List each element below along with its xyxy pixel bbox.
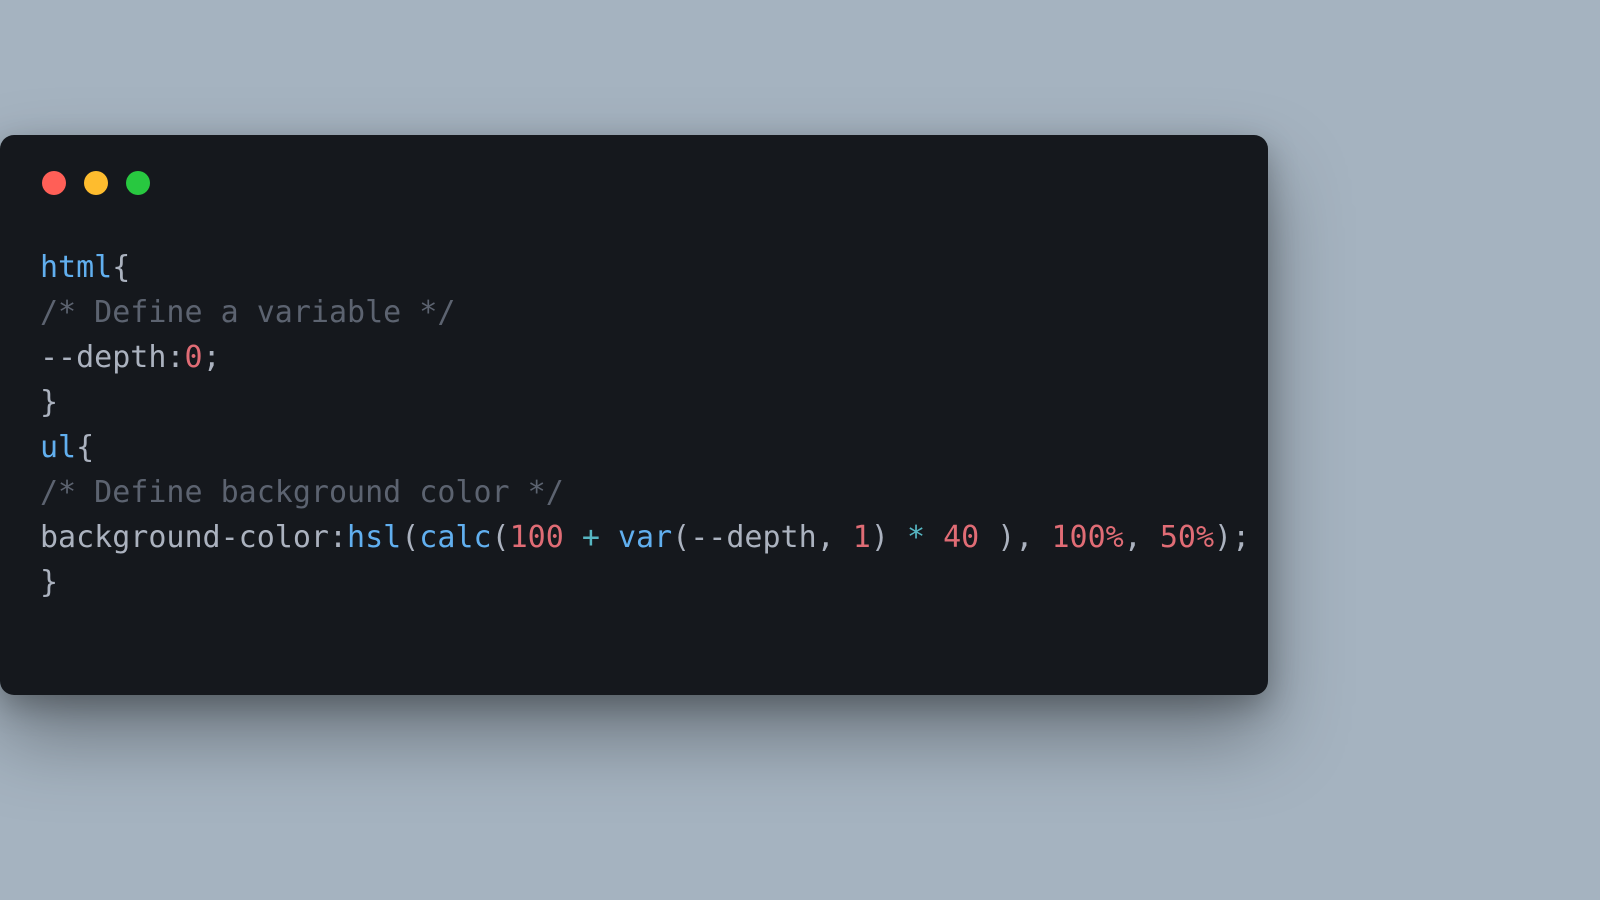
paren-close: ) — [997, 520, 1015, 555]
code-editor-window: html{ /* Define a variable */ --depth:0;… — [0, 135, 1268, 695]
number: 40 — [943, 520, 979, 555]
zoom-icon[interactable] — [126, 171, 150, 195]
window-traffic-lights — [42, 171, 1228, 195]
paren-open: ( — [492, 520, 510, 555]
number: 50% — [1160, 520, 1214, 555]
selector-html: html — [40, 250, 112, 285]
comment: /* Define background color */ — [40, 475, 564, 510]
comma: , — [817, 520, 853, 555]
css-custom-prop: --depth — [40, 340, 166, 375]
comma: , — [1015, 520, 1051, 555]
minimize-icon[interactable] — [84, 171, 108, 195]
fn-calc: calc — [419, 520, 491, 555]
comment: /* Define a variable */ — [40, 295, 455, 330]
number: 100 — [510, 520, 564, 555]
fn-var: var — [618, 520, 672, 555]
close-icon[interactable] — [42, 171, 66, 195]
semicolon: ; — [1232, 520, 1250, 555]
comma: , — [1124, 520, 1160, 555]
colon: : — [166, 340, 184, 375]
number: 0 — [185, 340, 203, 375]
operator-plus: + — [564, 520, 618, 555]
css-property: background-color — [40, 520, 329, 555]
colon: : — [329, 520, 347, 555]
fn-hsl: hsl — [347, 520, 401, 555]
css-custom-prop: --depth — [690, 520, 816, 555]
code-block[interactable]: html{ /* Define a variable */ --depth:0;… — [40, 245, 1228, 605]
brace-close: } — [40, 565, 58, 600]
number: 1 — [853, 520, 871, 555]
operator-multiply: * — [889, 520, 943, 555]
number: 100% — [1051, 520, 1123, 555]
brace-open: { — [112, 250, 130, 285]
semicolon: ; — [203, 340, 221, 375]
paren-close: ) — [1214, 520, 1232, 555]
paren-open: ( — [401, 520, 419, 555]
paren-open: ( — [672, 520, 690, 555]
space — [979, 520, 997, 555]
brace-close: } — [40, 385, 58, 420]
brace-open: { — [76, 430, 94, 465]
paren-close: ) — [871, 520, 889, 555]
selector-ul: ul — [40, 430, 76, 465]
